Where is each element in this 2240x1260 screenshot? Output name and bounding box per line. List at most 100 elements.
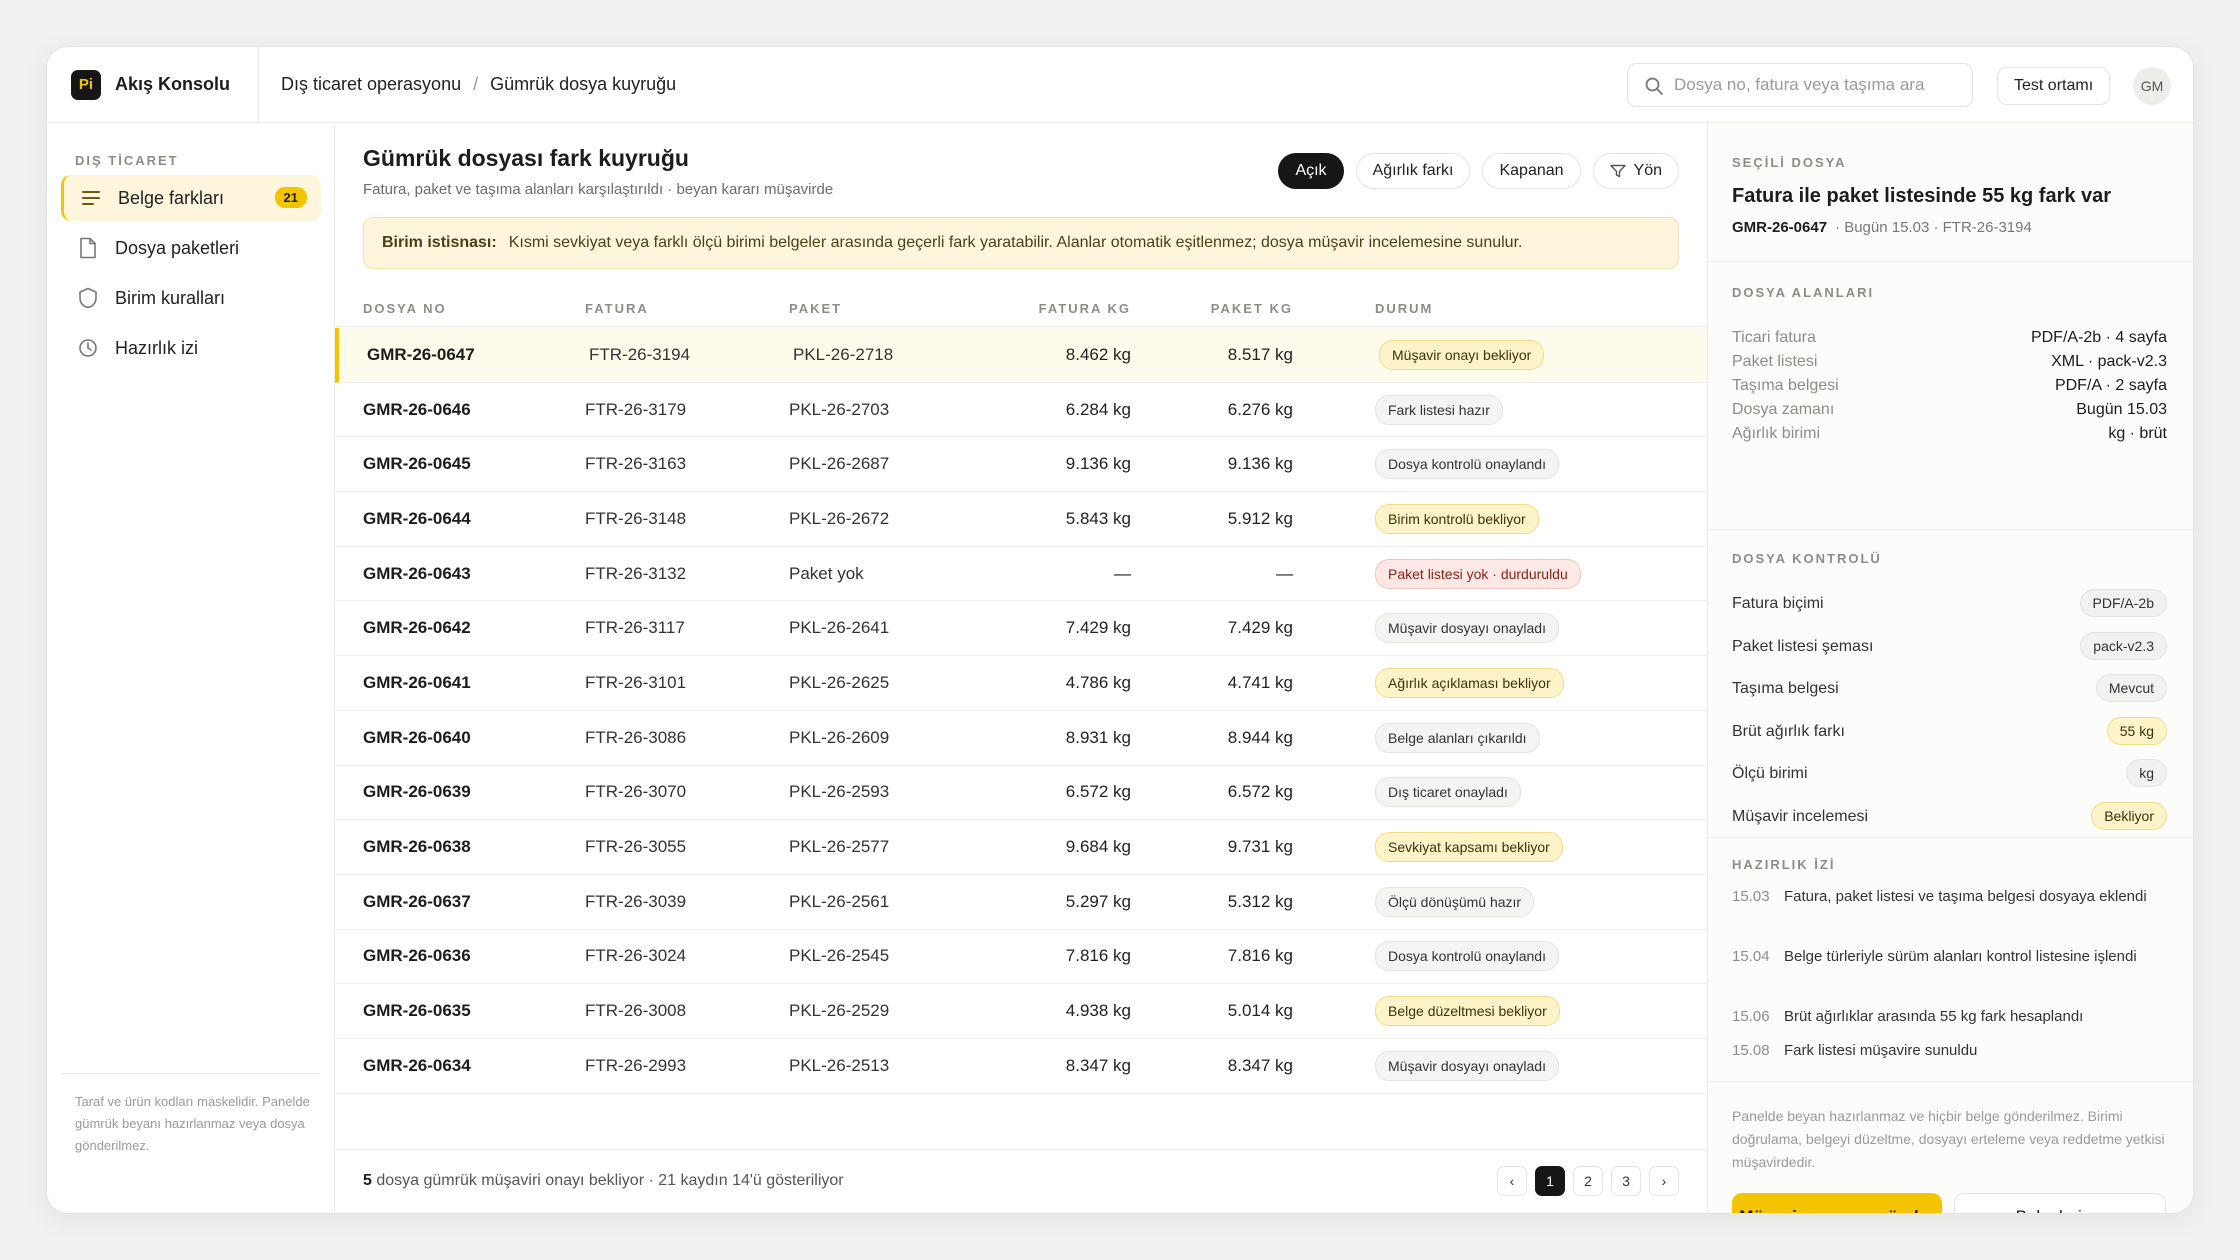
table-row[interactable]: GMR-26-0639 FTR-26-3070 PKL-26-2593 6.572 k… — [335, 766, 1707, 821]
sidebar: DIŞ TİCARET Belge farkları 21 Dosya pake… — [47, 123, 335, 1213]
sidebar-item-file-packages[interactable]: Dosya paketleri — [61, 225, 321, 271]
page-button-1[interactable]: 1 — [1535, 1166, 1565, 1196]
unit-exception-notice: Birim istisnası: Kısmi sevkiyat veya far… — [363, 217, 1679, 269]
status-badge: Ağırlık açıklaması bekliyor — [1375, 667, 1564, 698]
column-header-package-kg[interactable]: PAKET KG — [1211, 301, 1293, 316]
table-row[interactable]: GMR-26-0643 FTR-26-3132 Paket yok — — Paket l… — [335, 547, 1707, 602]
package-kg-cell: 4.741 kg — [1227, 672, 1293, 692]
field-row: Ticari fatura PDF/A-2b · 4 sayfa — [1732, 329, 2167, 351]
package-cell: Paket yok — [789, 563, 864, 583]
invoice-cell: FTR-26-3179 — [585, 399, 687, 419]
status-badge: Müşavir onayı bekliyor — [1379, 339, 1545, 370]
table-row[interactable]: GMR-26-0642 FTR-26-3117 PKL-26-2641 7.429 k… — [335, 601, 1707, 657]
filter-open[interactable]: Açık — [1278, 153, 1344, 189]
page-button-2[interactable]: 2 — [1573, 1166, 1603, 1196]
package-kg-cell: 8.347 kg — [1227, 1055, 1293, 1075]
sidebar-item-label: Birim kuralları — [115, 287, 226, 308]
section-title-trail: HAZIRLIK İZİ — [1732, 857, 1836, 872]
shield-icon — [77, 287, 99, 309]
trail-text: Fark listesi müşavire sunuldu — [1784, 1042, 1978, 1059]
section-title-selected: SEÇİLİ DOSYA — [1732, 155, 1847, 170]
sidebar-item-prep-trail[interactable]: Hazırlık izi — [61, 325, 321, 371]
selected-file-info: · Bugün 15.03 · FTR-26-3194 — [1835, 219, 2032, 236]
search-input[interactable] — [1674, 75, 1954, 95]
send-to-broker-button[interactable]: Müşavir onayına gönder — [1732, 1193, 1942, 1213]
invoice-cell: FTR-26-3148 — [585, 508, 687, 528]
breadcrumb-item-operations[interactable]: Dış ticaret operasyonu — [281, 74, 461, 95]
invoice-cell: FTR-26-3163 — [585, 454, 687, 474]
field-label: Paket listesi — [1732, 353, 1818, 370]
filter-icon — [1609, 164, 1626, 178]
file-no-cell: GMR-26-0646 — [363, 399, 471, 419]
field-value: XML · pack-v2.3 — [2051, 353, 2167, 370]
table-row[interactable]: GMR-26-0636 FTR-26-3024 PKL-26-2545 7.816 k… — [335, 930, 1707, 985]
status-badge: Sevkiyat kapsamı bekliyor — [1375, 832, 1563, 863]
field-value: PDF/A · 2 sayfa — [2054, 377, 2167, 394]
check-status-badge: PDF/A-2b — [2079, 589, 2167, 617]
filter-direction[interactable]: Yön — [1592, 153, 1679, 189]
status-badge: Paket listesi yok · durduruldu — [1375, 558, 1581, 589]
invoice-kg-cell: 4.938 kg — [1065, 1001, 1131, 1021]
table-row[interactable]: GMR-26-0638 FTR-26-3055 PKL-26-2577 9.684 k… — [335, 820, 1707, 875]
selected-file-meta: GMR-26-0647 · Bugün 15.03 · FTR-26-3194 — [1732, 219, 2032, 236]
package-kg-cell: 6.572 kg — [1227, 782, 1293, 802]
invoice-kg-cell: 8.462 kg — [1065, 344, 1131, 364]
list-icon — [80, 187, 102, 209]
waiting-count: 5 — [363, 1172, 372, 1189]
table-row[interactable]: GMR-26-0647 FTR-26-3194 PKL-26-2718 8.462 k… — [335, 328, 1707, 383]
column-header-invoice-kg[interactable]: FATURA KG — [1039, 301, 1131, 316]
invoice-kg-cell: 7.816 kg — [1065, 946, 1131, 966]
table-row[interactable]: GMR-26-0641 FTR-26-3101 PKL-26-2625 4.786 k… — [335, 656, 1707, 711]
column-header-file-no[interactable]: DOSYA NO — [363, 301, 447, 316]
check-row: Ölçü birimi kg — [1732, 759, 2167, 789]
invoice-cell: FTR-26-3101 — [585, 672, 687, 692]
package-cell: PKL-26-2641 — [789, 618, 890, 638]
trail-text: Fatura, paket listesi ve taşıma belgesi … — [1784, 888, 2147, 905]
app-name: Akış Konsolu — [115, 74, 231, 94]
table-header: DOSYA NO FATURA PAKET FATURA KG PAKET KG… — [335, 287, 1707, 327]
field-value: PDF/A-2b · 4 sayfa — [2030, 329, 2167, 346]
status-badge: Ölçü dönüşümü hazır — [1375, 886, 1535, 917]
filter-weight-diff[interactable]: Ağırlık farkı — [1355, 153, 1471, 189]
check-row: Müşavir incelemesi Bekliyor — [1732, 801, 2167, 832]
check-status-badge: Bekliyor — [2091, 801, 2167, 830]
environment-button[interactable]: Test ortamı — [1997, 67, 2111, 105]
filter-closed[interactable]: Kapanan — [1482, 153, 1581, 189]
sidebar-item-unit-rules[interactable]: Birim kuralları — [61, 275, 321, 321]
search-box[interactable] — [1627, 63, 1973, 107]
invoice-cell: FTR-26-3055 — [585, 837, 687, 857]
pagination: ‹ 1 2 3 › — [1497, 1166, 1679, 1196]
field-value: Bugün 15.03 — [2076, 401, 2167, 418]
prev-page-button[interactable]: ‹ — [1497, 1166, 1527, 1196]
next-page-button[interactable]: › — [1649, 1166, 1679, 1196]
brand[interactable]: Pi Akış Konsolu — [47, 47, 259, 122]
trail-entry: 15.03 Fatura, paket listesi ve taşıma bel… — [1732, 885, 2167, 909]
table-row[interactable]: GMR-26-0644 FTR-26-3148 PKL-26-2672 5.843 k… — [335, 492, 1707, 547]
table-row[interactable]: GMR-26-0640 FTR-26-3086 PKL-26-2609 8.931 k… — [335, 711, 1707, 766]
table-footer: 5 dosya gümrük müşaviri onayı bekliyor ·… — [335, 1149, 1707, 1213]
trail-text: Brüt ağırlıklar arasında 55 kg fark hesa… — [1784, 1008, 2084, 1025]
avatar[interactable]: GM — [2133, 67, 2171, 105]
open-documents-button[interactable]: Belgeleri aç — [1954, 1193, 2166, 1213]
page-button-3[interactable]: 3 — [1611, 1166, 1641, 1196]
status-badge: Belge alanları çıkarıldı — [1375, 722, 1540, 753]
column-header-status[interactable]: DURUM — [1375, 301, 1433, 316]
table-row[interactable]: GMR-26-0634 FTR-26-2993 PKL-26-2513 8.347 k… — [335, 1039, 1707, 1094]
table-row[interactable]: GMR-26-0645 FTR-26-3163 PKL-26-2687 9.136 k… — [335, 437, 1707, 493]
table-row[interactable]: GMR-26-0646 FTR-26-3179 PKL-26-2703 6.284 k… — [335, 383, 1707, 438]
trail-entry: 15.08 Fark listesi müşavire sunuldu — [1732, 1039, 2167, 1063]
column-header-package[interactable]: PAKET — [789, 301, 842, 316]
package-kg-cell: — — [1276, 563, 1293, 583]
check-row: Fatura biçimi PDF/A-2b — [1732, 589, 2167, 619]
package-cell: PKL-26-2529 — [789, 1001, 890, 1021]
table-row[interactable]: GMR-26-0635 FTR-26-3008 PKL-26-2529 4.938 k… — [335, 984, 1707, 1039]
section-title-checks: DOSYA KONTROLÜ — [1732, 551, 1882, 566]
file-no-cell: GMR-26-0635 — [363, 1001, 471, 1021]
invoice-kg-cell: 8.347 kg — [1065, 1055, 1131, 1075]
sidebar-item-document-diffs[interactable]: Belge farkları 21 — [61, 175, 321, 221]
package-kg-cell: 7.429 kg — [1227, 618, 1293, 638]
table-row[interactable]: GMR-26-0637 FTR-26-3039 PKL-26-2561 5.297 k… — [335, 875, 1707, 930]
column-header-invoice[interactable]: FATURA — [585, 301, 649, 316]
package-kg-cell: 9.731 kg — [1227, 837, 1293, 857]
invoice-cell: FTR-26-3039 — [585, 891, 687, 911]
